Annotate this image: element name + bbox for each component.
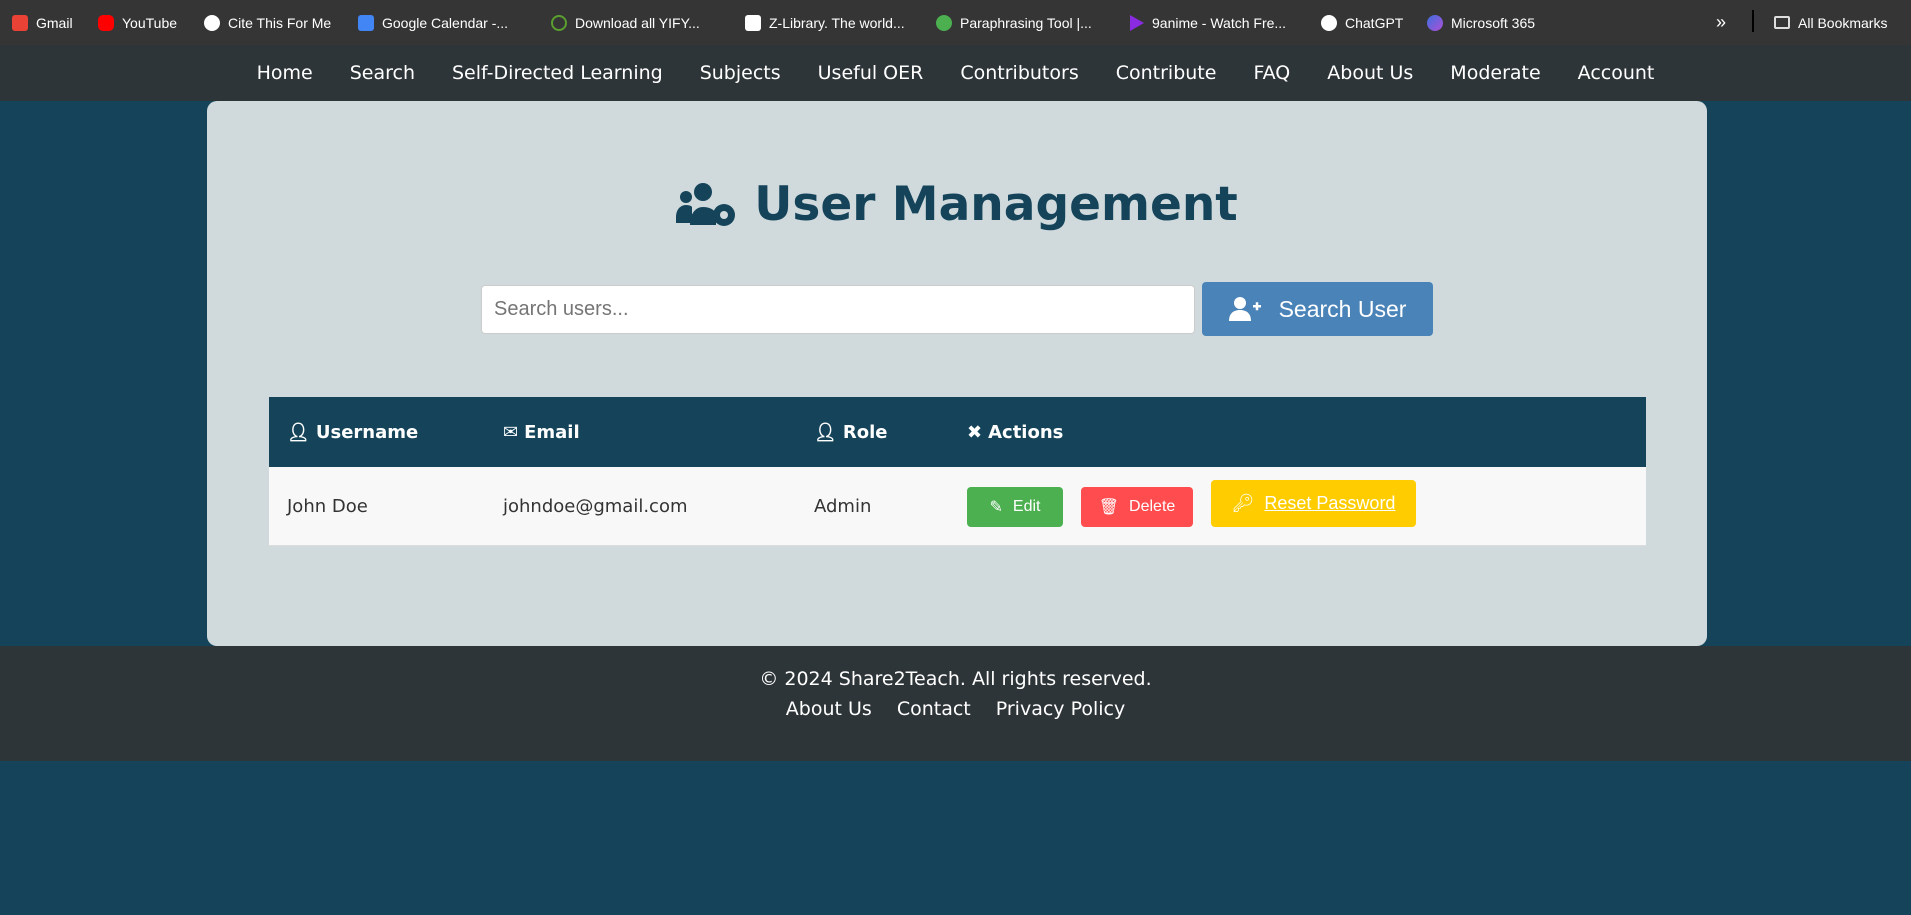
nav-subjects[interactable]: Subjects (700, 62, 781, 84)
play-icon (1130, 14, 1144, 31)
header-username: 👤︎ Username (287, 397, 418, 467)
table-header: 👤︎ Username ✉ Email 👤︎ Role ✖ Actions (269, 397, 1646, 467)
globe-icon (204, 14, 220, 31)
bookmark-microsoft-365[interactable]: Microsoft 365 (1427, 14, 1536, 31)
nav-search[interactable]: Search (350, 62, 415, 84)
header-email: ✉ Email (503, 397, 580, 467)
nav-self-directed-learning[interactable]: Self-Directed Learning (452, 62, 663, 84)
header-label: Username (315, 421, 419, 443)
page-title: User Management (207, 177, 1707, 232)
bookmark-label: Gmail (36, 14, 73, 31)
bookmarks-bar: Gmail YouTube Cite This For Me Google Ca… (0, 0, 1911, 45)
bookmark-youtube[interactable]: YouTube (98, 14, 178, 31)
nav-useful-oer[interactable]: Useful OER (818, 62, 924, 84)
nav-contributors[interactable]: Contributors (960, 62, 1078, 84)
bookmark-label: Z-Library. The world... (769, 14, 905, 31)
microsoft-365-icon (1427, 14, 1443, 31)
bookmark-label: Cite This For Me (228, 14, 332, 31)
bookmark-label: Microsoft 365 (1451, 14, 1536, 31)
header-label: Actions (988, 421, 1064, 443)
nav-contribute[interactable]: Contribute (1116, 62, 1217, 84)
bookmark-z-library[interactable]: Z-Library. The world... (745, 14, 905, 31)
tools-icon: ✖ (967, 421, 983, 443)
bookmark-label: YouTube (122, 14, 178, 31)
bookmark-label: Google Calendar -... (382, 14, 509, 31)
bookmark-label: ChatGPT (1345, 14, 1404, 31)
page-title-text: User Management (754, 177, 1238, 232)
header-role: 👤︎ Role (814, 397, 887, 467)
bookmark-label: 9anime - Watch Fre... (1152, 14, 1287, 31)
email-cell: johndoe@gmail.com (503, 495, 688, 517)
user-shield-icon: 👤︎ (814, 421, 837, 443)
edit-label: Edit (1012, 498, 1041, 515)
bookmark-yify[interactable]: Download all YIFY... (551, 14, 700, 31)
bookmark-9anime[interactable]: 9anime - Watch Fre... (1130, 14, 1287, 31)
bookmark-label: Paraphrasing Tool |... (960, 14, 1092, 31)
user-plus-icon (1228, 297, 1261, 321)
search-users-input[interactable] (481, 285, 1195, 334)
nav-about-us[interactable]: About Us (1327, 62, 1413, 84)
nav-home[interactable]: Home (257, 62, 313, 84)
nav-moderate[interactable]: Moderate (1450, 62, 1540, 84)
youtube-icon (98, 14, 114, 31)
search-user-button[interactable]: Search User (1202, 282, 1433, 336)
trash-icon: 🗑︎ (1098, 499, 1120, 516)
bookmarks-overflow-button[interactable]: » (1716, 12, 1726, 33)
user-icon: 👤︎ (287, 421, 310, 443)
delete-label: Delete (1129, 498, 1176, 515)
bookmark-cite-this-for-me[interactable]: Cite This For Me (204, 14, 332, 31)
overflow-label: » (1716, 12, 1727, 32)
copyright: © 2024 Share2Teach. All rights reserved. (759, 668, 1152, 690)
folder-icon (1774, 16, 1790, 29)
user-management-card: User Management Search User 👤︎Username ✉… (207, 101, 1707, 646)
reset-password-button[interactable]: 🔑︎ Reset Password (1211, 480, 1416, 527)
table-row: John Doe johndoe@gmail.com Admin ✎ Edit 🗑… (269, 467, 1646, 546)
search-user-label: Search User (1278, 295, 1407, 322)
bookmark-label: Download all YIFY... (575, 14, 700, 31)
footer-about-us-link[interactable]: About Us (786, 698, 872, 720)
header-label: Email (524, 421, 580, 443)
footer-privacy-policy-link[interactable]: Privacy Policy (996, 698, 1125, 720)
header-actions: ✖ Actions (967, 397, 1063, 467)
nav-account[interactable]: Account (1578, 62, 1655, 84)
chatgpt-icon (1321, 14, 1337, 31)
envelope-icon: ✉ (503, 421, 519, 443)
role-cell: Admin (814, 495, 872, 517)
reset-password-label: Reset Password (1264, 493, 1396, 513)
z-library-icon (745, 14, 761, 31)
all-bookmarks-button[interactable]: All Bookmarks (1774, 15, 1887, 31)
users-table: 👤︎ Username ✉ Email 👤︎ Role ✖ Actions John D… (269, 397, 1646, 546)
calendar-icon (358, 14, 374, 31)
gmail-icon (12, 14, 28, 31)
username-cell: John Doe (287, 495, 368, 517)
all-bookmarks-label: All Bookmarks (1798, 14, 1888, 31)
footer-contact-link[interactable]: Contact (897, 698, 971, 720)
header-label: Role (842, 421, 888, 443)
footer: © 2024 Share2Teach. All rights reserved.… (0, 646, 1911, 761)
key-icon: 🔑︎ (1231, 493, 1255, 513)
edit-icon: ✎ (989, 499, 1003, 516)
bookmark-paraphrasing-tool[interactable]: Paraphrasing Tool |... (936, 14, 1092, 31)
yify-icon (551, 14, 567, 31)
bookmark-gmail[interactable]: Gmail (12, 14, 73, 31)
nav-faq[interactable]: FAQ (1253, 62, 1290, 84)
users-gear-icon (676, 182, 736, 226)
robot-icon (936, 14, 952, 31)
bookmark-google-calendar[interactable]: Google Calendar -... (358, 14, 509, 31)
bookmark-chatgpt[interactable]: ChatGPT (1321, 14, 1404, 31)
divider (1752, 10, 1754, 32)
main-nav: Home Search Self-Directed Learning Subje… (0, 45, 1911, 101)
edit-button[interactable]: ✎ Edit (967, 487, 1063, 527)
delete-button[interactable]: 🗑︎ Delete (1081, 487, 1193, 527)
